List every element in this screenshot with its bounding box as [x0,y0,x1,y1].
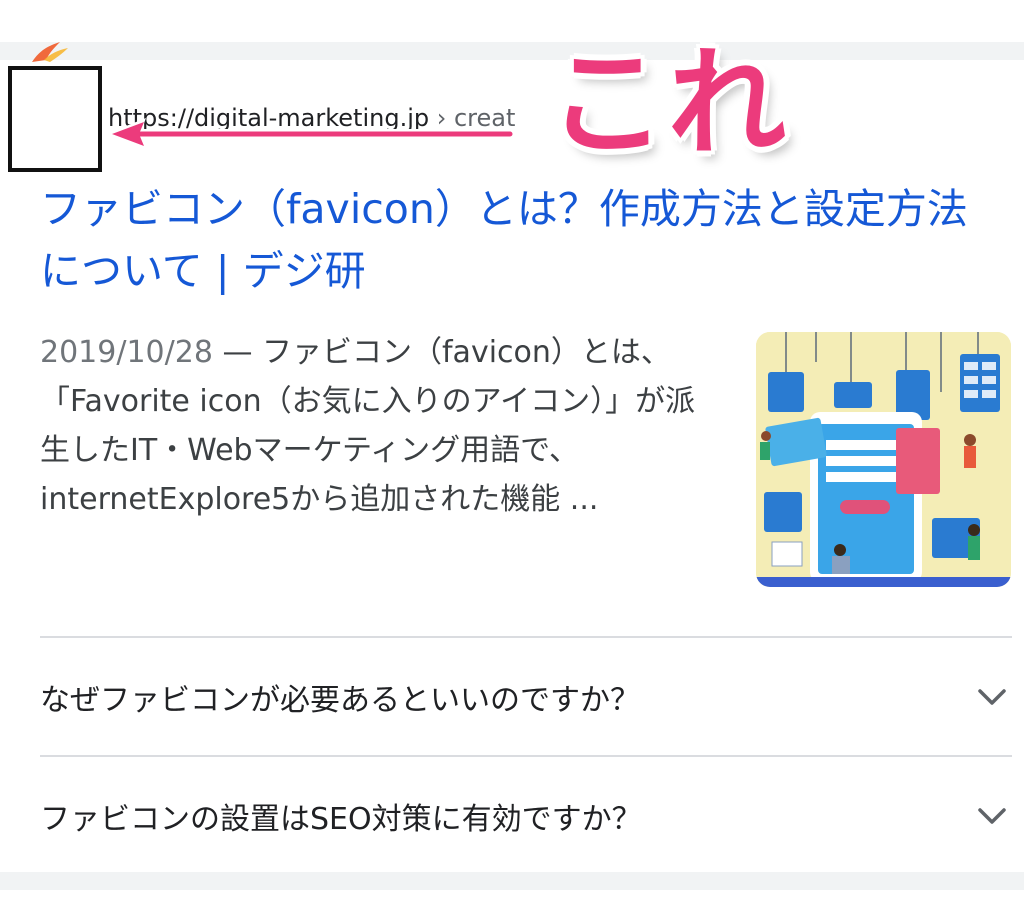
faq-item-2[interactable]: ファビコンの設置はSEO対策に有効ですか？ [40,761,1012,871]
chevron-down-icon[interactable] [972,796,1012,836]
favicon-highlight-box [8,66,102,172]
faq-divider-middle [40,755,1012,757]
result-title-link[interactable]: ファビコン（favicon）とは？作成方法と設定方法について | デジ研 [40,178,1000,302]
faq-question-2: ファビコンの設置はSEO対策に有効ですか？ [40,802,642,837]
faq-divider-top [40,636,1012,638]
chevron-down-icon[interactable] [972,677,1012,717]
result-date: 2019/10/28 [40,335,213,370]
faq-item-1[interactable]: なぜファビコンが必要あるといいのですか？ [40,642,1012,752]
annotation-label: これ [548,34,789,172]
page-top-band [0,0,1024,42]
thumbnail-illustration [756,332,1011,587]
result-thumbnail[interactable] [756,332,1011,587]
result-snippet: 2019/10/28 — ファビコン（favicon）とは、「Favorite … [40,328,712,524]
annotation-arrow [106,118,515,150]
page-bottom-band [0,890,1024,904]
site-favicon-icon [32,42,68,62]
faq-question-1: なぜファビコンが必要あるといいのですか？ [40,683,640,718]
